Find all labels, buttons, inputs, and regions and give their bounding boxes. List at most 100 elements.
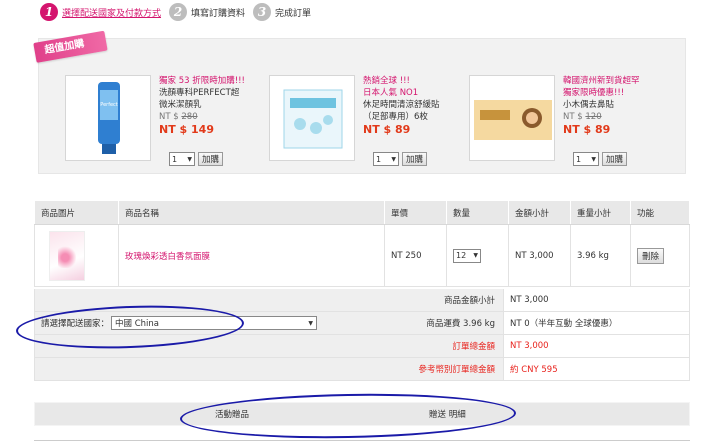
- cart-header-row: 商品圖片 商品名稱 單價 數量 金額小計 重量小計 功能: [34, 200, 690, 225]
- step-1-label[interactable]: 選擇配送國家及付款方式: [62, 6, 161, 19]
- qty-value: 1: [576, 154, 582, 164]
- step-3-number: 3: [253, 3, 272, 21]
- sale-price: NT $ 149: [159, 123, 214, 136]
- original-price-value: 120: [585, 112, 602, 122]
- col-header-qty: 數量: [446, 200, 509, 225]
- col-header-image: 商品圖片: [34, 200, 119, 225]
- country-selector: 請選擇配送國家： 中國 China ▼: [41, 316, 318, 330]
- summary-label-cell: 參考幣別訂單總金額: [34, 358, 504, 380]
- product-promo-2: 獨家限時優惠!!!: [563, 88, 625, 98]
- order-summary: 商品金額小計 NT 3,000 請選擇配送國家： 中國 China ▼ 商品運費 …: [34, 289, 690, 381]
- dropdown-arrow-icon: ▼: [391, 155, 396, 163]
- summary-label: 訂單總金額: [452, 342, 495, 352]
- col-header-unit-price: 單價: [384, 200, 447, 225]
- buy-row: 1 ▼ 加購: [169, 152, 224, 166]
- product-name-line2: 微米潔顏乳: [159, 100, 202, 110]
- original-price-label: NT $: [159, 112, 179, 122]
- summary-row: 請選擇配送國家： 中國 China ▼ 商品運費 3.96 kg NT 0（半年互…: [34, 312, 690, 335]
- addon-product-card: Perfect 獨家 53 折限時加購!!! 洗顏專科PERFECT超 微米潔顏…: [39, 49, 245, 167]
- checkout-steps: 1 選擇配送國家及付款方式 2 填寫訂購資料 3 完成訂單: [40, 2, 319, 22]
- step-2: 2 填寫訂購資料: [169, 3, 245, 21]
- product-info: 獨家 53 折限時加購!!! 洗顏專科PERFECT超 微米潔顏乳 NT $ 2…: [159, 75, 253, 136]
- summary-label-cell: 商品金額小計: [34, 289, 504, 311]
- cell-subtotal: NT 3,000: [508, 224, 571, 287]
- country-label: 請選擇配送國家：: [41, 319, 110, 329]
- gift-table-header: 活動贈品 贈送 明細: [34, 402, 690, 426]
- addon-product-card: 熱銷全球 !!! 日本人氣 NO1 休足時間清涼舒緩貼 （足部專用）6枚 NT …: [243, 49, 440, 167]
- dropdown-arrow-icon: ▼: [473, 252, 478, 259]
- dropdown-arrow-icon: ▼: [308, 319, 314, 327]
- original-price-value: 280: [181, 112, 198, 122]
- svg-text:Perfect: Perfect: [100, 102, 118, 108]
- summary-value: NT 3,000: [504, 335, 690, 357]
- step-2-label: 填寫訂購資料: [191, 8, 246, 19]
- summary-value: 約 CNY 595: [504, 358, 690, 380]
- summary-label-cell: 訂單總金額: [34, 335, 504, 357]
- summary-label-cell: 請選擇配送國家： 中國 China ▼ 商品運費 3.96 kg: [34, 312, 504, 334]
- country-select[interactable]: 中國 China ▼: [111, 316, 318, 330]
- cell-weight: 3.96 kg: [570, 224, 631, 287]
- add-purchase-button[interactable]: 加購: [402, 152, 428, 166]
- summary-value: NT 0（半年互動 全球優惠）: [504, 312, 690, 334]
- qty-value: 1: [172, 154, 178, 164]
- step-1-number: 1: [40, 3, 58, 21]
- dropdown-arrow-icon: ▼: [187, 155, 192, 163]
- product-info: 韓國濟州新到貨超罕 獨家限時優惠!!! 小木偶去鼻貼 NT $ 120 NT $…: [563, 75, 657, 136]
- addon-panel: 超值加購 Perfect 獨家 53 折限時加購!!! 洗顏專科PERFECT超…: [33, 30, 686, 174]
- step-3-label: 完成訂單: [275, 8, 312, 19]
- step-3: 3 完成訂單: [253, 3, 311, 21]
- cleanser-tube-icon: Perfect: [98, 82, 120, 154]
- summary-value: NT 3,000: [504, 289, 690, 311]
- cell-image: [34, 224, 119, 287]
- dropdown-arrow-icon: ▼: [591, 155, 596, 163]
- product-image[interactable]: Perfect: [65, 75, 151, 161]
- table-row: 玫瑰煥彩透白香氛面膜 NT 250 12 ▼ NT 3,000 3.96 kg 刪…: [34, 224, 690, 287]
- cell-action: 刪除: [630, 224, 690, 287]
- delete-button[interactable]: 刪除: [637, 247, 665, 264]
- col-header-action: 功能: [630, 200, 690, 225]
- cart-table: 商品圖片 商品名稱 單價 數量 金額小計 重量小計 功能 玫瑰煥彩透白香氛面膜 …: [34, 200, 690, 287]
- original-price-label: NT $: [563, 112, 583, 122]
- step-1[interactable]: 1 選擇配送國家及付款方式: [40, 3, 161, 21]
- summary-row: 訂單總金額 NT 3,000: [34, 335, 690, 358]
- qty-select[interactable]: 1 ▼: [573, 152, 599, 166]
- qty-select[interactable]: 1 ▼: [373, 152, 399, 166]
- col-header-subtotal: 金額小計: [508, 200, 571, 225]
- product-promo: 獨家 53 折限時加購!!!: [159, 76, 245, 86]
- gift-col-header: 活動贈品: [215, 410, 250, 420]
- addon-product-card: 韓國濟州新到貨超罕 獨家限時優惠!!! 小木偶去鼻貼 NT $ 120 NT $…: [443, 49, 640, 167]
- cart-qty-select[interactable]: 12 ▼: [453, 248, 481, 263]
- cell-name: 玫瑰煥彩透白香氛面膜: [118, 224, 385, 287]
- country-value: 中國 China: [115, 319, 159, 329]
- original-price: NT $ 120: [563, 111, 657, 123]
- product-name-line1: 洗顏專科PERFECT超: [159, 88, 240, 98]
- step-2-number: 2: [169, 3, 188, 21]
- product-promo: 韓國濟州新到貨超罕: [563, 76, 640, 86]
- cart-qty-value: 12: [456, 251, 467, 260]
- add-purchase-button[interactable]: 加購: [602, 152, 628, 166]
- summary-row: 商品金額小計 NT 3,000: [34, 289, 690, 312]
- divider: [34, 440, 690, 441]
- col-header-name: 商品名稱: [118, 200, 385, 225]
- add-purchase-button[interactable]: 加購: [198, 152, 224, 166]
- product-name-line1: 小木偶去鼻貼: [563, 100, 615, 110]
- col-header-weight: 重量小計: [570, 200, 631, 225]
- sale-price: NT $ 89: [563, 123, 611, 136]
- nose-strip-pack-icon: [474, 100, 552, 140]
- qty-value: 1: [376, 154, 382, 164]
- summary-label: 商品運費 3.96 kg: [426, 319, 495, 329]
- gift-detail-col-header: 贈送 明細: [429, 410, 466, 420]
- product-name-link[interactable]: 玫瑰煥彩透白香氛面膜: [125, 252, 210, 262]
- buy-row: 1 ▼ 加購: [373, 152, 428, 166]
- summary-label: 參考幣別訂單總金額: [418, 365, 495, 375]
- product-image[interactable]: [469, 75, 555, 161]
- product-thumbnail[interactable]: [49, 230, 85, 281]
- cell-qty: 12 ▼: [446, 224, 509, 287]
- product-image[interactable]: [269, 75, 355, 161]
- qty-select[interactable]: 1 ▼: [169, 152, 195, 166]
- buy-row: 1 ▼ 加購: [573, 152, 628, 166]
- foot-patch-box-icon: [283, 89, 343, 149]
- original-price: NT $ 280: [159, 111, 253, 123]
- cell-unit-price: NT 250: [384, 224, 447, 287]
- summary-row: 參考幣別訂單總金額 約 CNY 595: [34, 358, 690, 381]
